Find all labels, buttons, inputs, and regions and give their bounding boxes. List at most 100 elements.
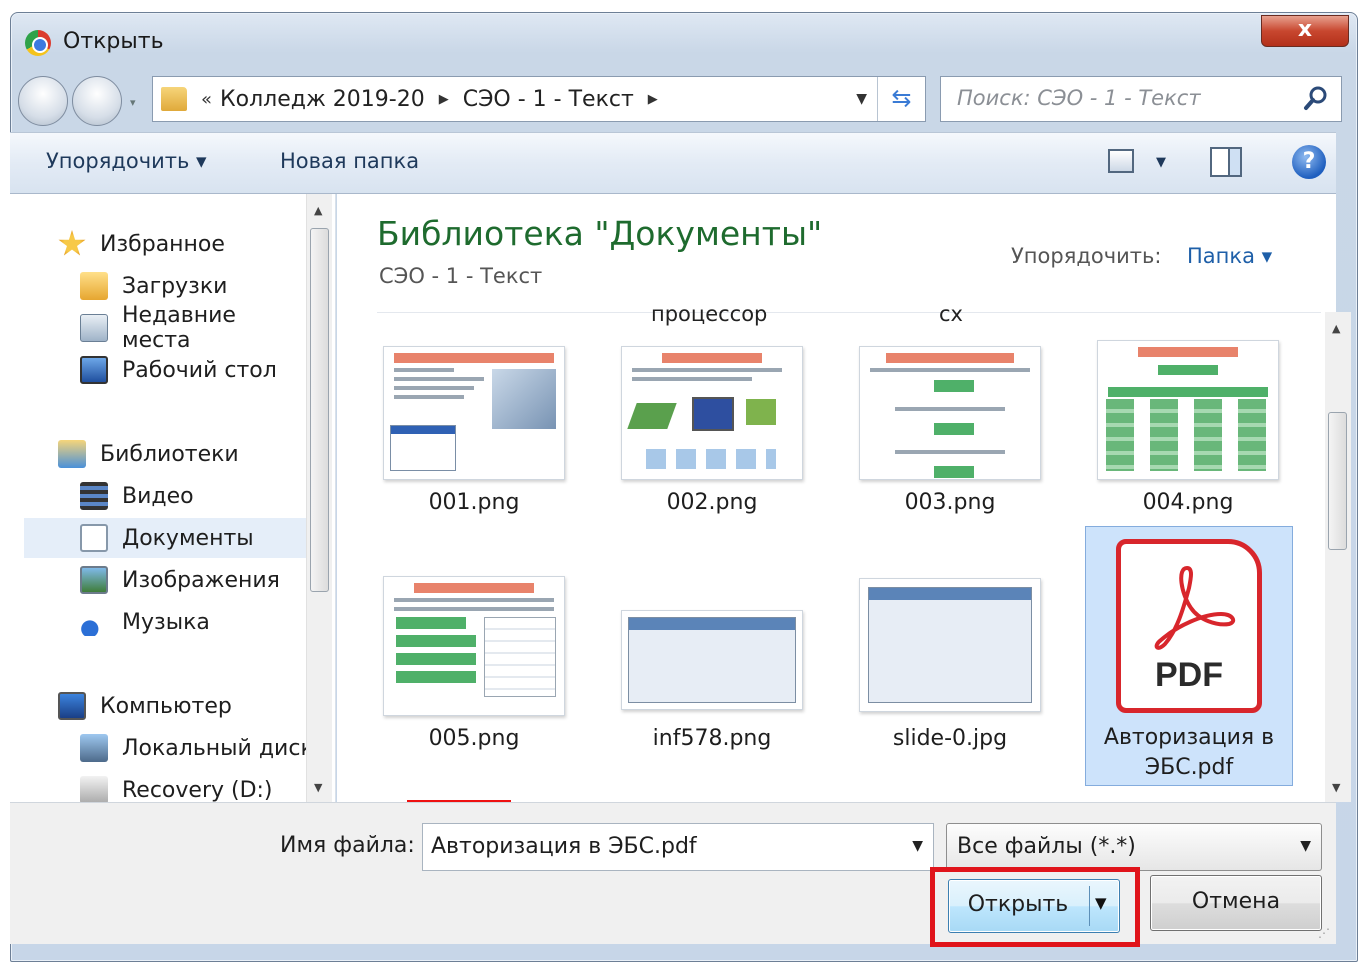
filename-input[interactable]: Авторизация в ЭБС.pdf ▼ [422,823,934,871]
new-folder-button[interactable]: Новая папка [280,149,419,173]
sidebar-item-local-disk[interactable]: Локальный диск [10,728,310,768]
filename-value: Авторизация в ЭБС.pdf [431,834,697,859]
dialog-footer: Имя файла: Авторизация в ЭБС.pdf ▼ Все ф… [10,802,1336,947]
file-item[interactable]: 003.png [847,340,1053,530]
sidebar-item-label: Библиотеки [100,441,239,467]
sidebar-item-music[interactable]: Музыка [10,602,310,642]
sidebar-item-pictures[interactable]: Изображения [10,560,310,600]
sidebar-item-label: Избранное [100,231,225,257]
breadcrumb-chevron-icon[interactable]: ▶ [648,92,658,107]
video-icon [80,482,108,510]
sidebar-item-label: Музыка [122,609,210,635]
file-item[interactable]: 002.png [609,340,815,530]
file-name-line1: Авторизация в [1103,725,1275,750]
open-options-dropdown-icon[interactable]: ▼ [1095,894,1107,912]
help-icon[interactable]: ? [1292,145,1326,179]
change-view-icon[interactable] [1108,149,1134,173]
split-divider [1089,886,1090,926]
file-item[interactable]: slide-0.jpg [847,576,1053,766]
sidebar-item-favorites[interactable]: Избранное [10,224,310,264]
file-name: 005.png [428,726,520,751]
filetype-dropdown-icon[interactable]: ▼ [1300,838,1311,854]
back-button[interactable] [18,76,68,126]
preview-pane-icon[interactable] [1210,147,1242,177]
sidebar-item-computer[interactable]: Компьютер [10,686,310,726]
sidebar-item-recent-places[interactable]: Недавние места [10,303,310,353]
organize-button[interactable]: Упорядочить ▾ [46,149,207,173]
acrobat-icon [1154,565,1236,650]
scroll-up-icon[interactable]: ▲ [314,204,322,217]
search-input[interactable]: Поиск: СЭО - 1 - Текст [940,76,1342,122]
address-bar[interactable]: « Колледж 2019-20 ▶ СЭО - 1 - Текст ▶ ▼ … [152,76,926,122]
sidebar-item-label: Видео [122,483,194,509]
forward-button[interactable] [72,76,122,126]
recent-locations-dropdown-icon[interactable]: ▾ [130,96,144,110]
address-dropdown-icon[interactable]: ▼ [856,91,867,107]
resize-grip-icon[interactable]: ⋰ [1318,926,1330,940]
file-item-selected[interactable]: PDF Авторизация в ЭБС.pdf [1085,526,1293,786]
drive-icon [80,776,108,804]
file-thumbnail [1097,340,1279,480]
file-name: inf578.png [652,726,772,751]
sidebar-item-video[interactable]: Видео [10,476,310,516]
search-icon[interactable] [1301,83,1331,113]
breadcrumb-item[interactable]: Колледж 2019-20 [220,87,425,112]
file-name-partial: сх [939,302,963,326]
file-name: 002.png [666,490,758,515]
star-icon [58,230,86,256]
chrome-icon [25,30,51,56]
pdf-icon: PDF [1116,539,1262,713]
sidebar-item-label: Рабочий стол [122,357,277,383]
filename-dropdown-icon[interactable]: ▼ [912,838,923,854]
file-list-pane: Библиотека "Документы" СЭО - 1 - Текст У… [337,194,1351,803]
open-button-label: Открыть [967,892,1069,917]
scroll-down-icon[interactable]: ▼ [1332,781,1340,794]
refresh-button[interactable]: ⇆ [877,77,925,121]
sidebar-item-label: Recovery (D:) [122,777,273,803]
title-bar: Открыть x [11,13,1357,75]
filename-label: Имя файла: [280,833,415,858]
pdf-badge-text: PDF [1155,656,1223,694]
file-item[interactable]: 005.png [371,576,577,766]
command-toolbar: Упорядочить ▾ Новая папка ▼ ? [10,132,1336,194]
local-disk-icon [80,734,108,762]
sidebar-scrollbar[interactable]: ▲ ▼ [306,194,332,802]
breadcrumb-overflow[interactable]: « [201,89,212,110]
file-list-scrollbar[interactable]: ▲ ▼ [1325,312,1351,802]
file-item[interactable]: 001.png [371,340,577,530]
file-name-partial: процессор [651,302,768,326]
file-item[interactable]: 004.png [1085,340,1291,530]
breadcrumb-item[interactable]: СЭО - 1 - Текст [463,87,634,112]
sidebar-item-label: Документы [122,525,254,551]
music-note-icon [80,608,108,636]
close-button[interactable]: x [1261,15,1349,47]
sidebar-item-label: Изображения [122,567,280,593]
libraries-icon [58,440,86,468]
downloads-folder-icon [80,272,108,300]
file-name: slide-0.jpg [892,726,1008,751]
file-name: 003.png [904,490,996,515]
scroll-down-icon[interactable]: ▼ [314,781,322,794]
open-button[interactable]: Открыть ▼ [948,879,1120,933]
breadcrumb-chevron-icon[interactable]: ▶ [439,92,449,107]
scrollbar-thumb[interactable] [310,228,329,592]
view-dropdown-icon[interactable]: ▼ [1156,155,1166,170]
desktop-icon [80,356,108,384]
filetype-select[interactable]: Все файлы (*.*) ▼ [946,823,1322,871]
cancel-button[interactable]: Отмена [1150,875,1322,931]
sidebar-item-label: Недавние места [122,303,236,353]
arrange-by-dropdown[interactable]: Папка ▾ [1187,244,1272,268]
filetype-value: Все файлы (*.*) [957,834,1136,859]
sidebar-item-libraries[interactable]: Библиотеки [10,434,310,474]
file-thumbnail [383,346,565,480]
file-name: 004.png [1142,490,1234,515]
sidebar-item-documents[interactable]: Документы [24,518,314,558]
sidebar-item-downloads[interactable]: Загрузки [10,266,310,306]
scroll-up-icon[interactable]: ▲ [1332,322,1340,335]
scrollbar-thumb[interactable] [1328,412,1347,550]
sidebar-item-desktop[interactable]: Рабочий стол [10,350,310,390]
file-thumbnail [621,610,803,710]
file-item[interactable]: inf578.png [609,576,815,766]
sidebar-item-label: Загрузки [122,273,228,299]
library-subtitle: СЭО - 1 - Текст [379,264,543,288]
